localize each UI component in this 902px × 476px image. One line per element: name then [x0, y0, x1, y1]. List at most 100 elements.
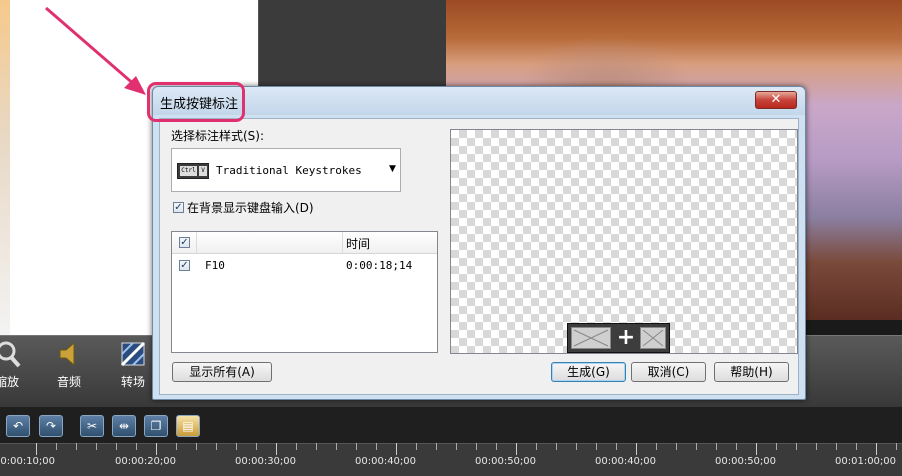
timeline-tick — [36, 443, 37, 455]
timeline-label: 00:00:40;00 — [595, 456, 657, 467]
style-dropdown[interactable]: Ctrl V Traditional Keystrokes ▼ — [171, 148, 401, 192]
timeline-tick — [216, 443, 217, 450]
timeline-tick — [156, 443, 157, 455]
timeline-tick — [896, 443, 897, 450]
timeline-tick — [456, 443, 457, 450]
redo-icon[interactable]: ↷ — [39, 415, 63, 437]
style-select-label: 选择标注样式(S): — [171, 129, 265, 143]
timeline-tick — [696, 443, 697, 450]
close-icon: ✕ — [770, 92, 782, 107]
timeline-tick — [756, 443, 757, 455]
tool-transitions-label: 转场 — [120, 375, 145, 389]
timeline-tick — [196, 443, 197, 450]
dialog-titlebar[interactable]: 生成按键标注 ✕ — [153, 87, 805, 115]
preview-keystroke-callout: + — [567, 323, 670, 353]
select-all-checkbox[interactable]: ✓ — [179, 237, 190, 248]
split-icon[interactable]: ⇹ — [112, 415, 136, 437]
show-in-background-label: 在背景显示键盘输入(D) — [187, 201, 314, 215]
keystroke-style-thumbnail-icon: Ctrl V — [177, 163, 209, 179]
plus-icon: + — [616, 325, 636, 350]
timeline-label: 00:00:40;00 — [355, 456, 417, 467]
timeline-tick — [256, 443, 257, 450]
timeline-tick — [516, 443, 517, 455]
timeline-tick — [356, 443, 357, 450]
timeline-tick — [56, 443, 57, 450]
timeline-label: 00:00:20;00 — [115, 456, 177, 467]
clip-bin-edge — [0, 0, 10, 335]
timeline-label: 00:00:10;00 — [0, 456, 56, 467]
timeline-tick — [636, 443, 637, 455]
row-time[interactable]: 0:00:18;14 — [346, 259, 412, 272]
timeline-tick — [616, 443, 617, 450]
timeline-tick — [776, 443, 777, 450]
timeline-tick — [816, 443, 817, 450]
thumb-key-v: V — [199, 166, 207, 176]
tool-transitions[interactable]: 转场 — [108, 335, 158, 395]
timeline-tick — [96, 443, 97, 450]
timeline-tick — [236, 443, 237, 450]
list-header: ✓ 时间 — [172, 232, 437, 254]
column-header-time[interactable]: 时间 — [346, 235, 370, 252]
timeline-tick — [496, 443, 497, 450]
timeline-tick — [416, 443, 417, 450]
keystroke-list[interactable]: ✓ 时间 ✓ F10 0:00:18;14 — [171, 231, 438, 353]
timeline-tick — [716, 443, 717, 450]
timeline-tick — [736, 443, 737, 450]
timeline-tick — [656, 443, 657, 450]
timeline-tick — [476, 443, 477, 450]
column-divider — [196, 232, 197, 253]
timeline-tick — [136, 443, 137, 450]
style-selected-value: Traditional Keystrokes — [216, 164, 362, 177]
tool-zoom-label: 缩放 — [0, 375, 19, 389]
row-key[interactable]: F10 — [205, 259, 225, 272]
timeline-tick — [436, 443, 437, 450]
timeline-label: 00:00:50;00 — [475, 456, 537, 467]
show-all-button[interactable]: 显示所有(A) — [172, 362, 272, 382]
title-highlight-box — [147, 82, 245, 122]
timeline-tick — [836, 443, 837, 450]
cut-icon[interactable]: ✂ — [80, 415, 104, 437]
timeline-tick — [856, 443, 857, 450]
paste-icon[interactable]: ▤ — [176, 415, 200, 437]
timeline-label: 00:01:00;00 — [835, 456, 897, 467]
help-button[interactable]: 帮助(H) — [714, 362, 789, 382]
timeline-tick — [276, 443, 277, 455]
speaker-icon — [59, 341, 75, 367]
timeline-tick — [76, 443, 77, 450]
show-in-background-checkbox[interactable]: ✓ — [173, 202, 184, 213]
key-placeholder-icon — [571, 327, 611, 349]
tool-zoom[interactable]: 缩放 — [0, 335, 32, 395]
close-button[interactable]: ✕ — [755, 91, 797, 109]
timeline-label: 00:00:30;00 — [235, 456, 297, 467]
callout-preview: + — [450, 129, 798, 354]
timeline-tick — [116, 443, 117, 450]
timeline-tick — [556, 443, 557, 450]
undo-icon[interactable]: ↶ — [6, 415, 30, 437]
transition-icon — [120, 341, 146, 367]
copy-icon[interactable]: ❐ — [144, 415, 168, 437]
timeline-label: 00:00:50;00 — [715, 456, 777, 467]
timeline-tick — [676, 443, 677, 450]
column-divider — [342, 232, 343, 253]
tool-audio-label: 音频 — [56, 375, 81, 389]
timeline-tick — [316, 443, 317, 450]
zoom-icon — [0, 341, 21, 368]
generate-keystroke-callouts-dialog: 生成按键标注 ✕ 选择标注样式(S): Ctrl V Traditional K… — [152, 86, 806, 400]
timeline-tick — [796, 443, 797, 450]
timeline-tick — [576, 443, 577, 450]
tool-audio[interactable]: 音频 — [44, 335, 94, 395]
timeline-tick — [296, 443, 297, 450]
timeline-tick — [336, 443, 337, 450]
thumb-key-ctrl: Ctrl — [180, 166, 197, 176]
generate-button[interactable]: 生成(G) — [551, 362, 626, 382]
timeline-tick — [376, 443, 377, 450]
cancel-button[interactable]: 取消(C) — [631, 362, 706, 382]
chevron-down-icon[interactable]: ▼ — [389, 164, 396, 174]
timeline-tick — [536, 443, 537, 450]
timeline-tick — [596, 443, 597, 450]
key-placeholder-icon — [640, 327, 666, 349]
timeline-tick — [176, 443, 177, 450]
dialog-body: 选择标注样式(S): Ctrl V Traditional Keystrokes… — [159, 118, 799, 395]
timeline-tick — [876, 443, 877, 455]
row-checkbox[interactable]: ✓ — [179, 260, 190, 271]
